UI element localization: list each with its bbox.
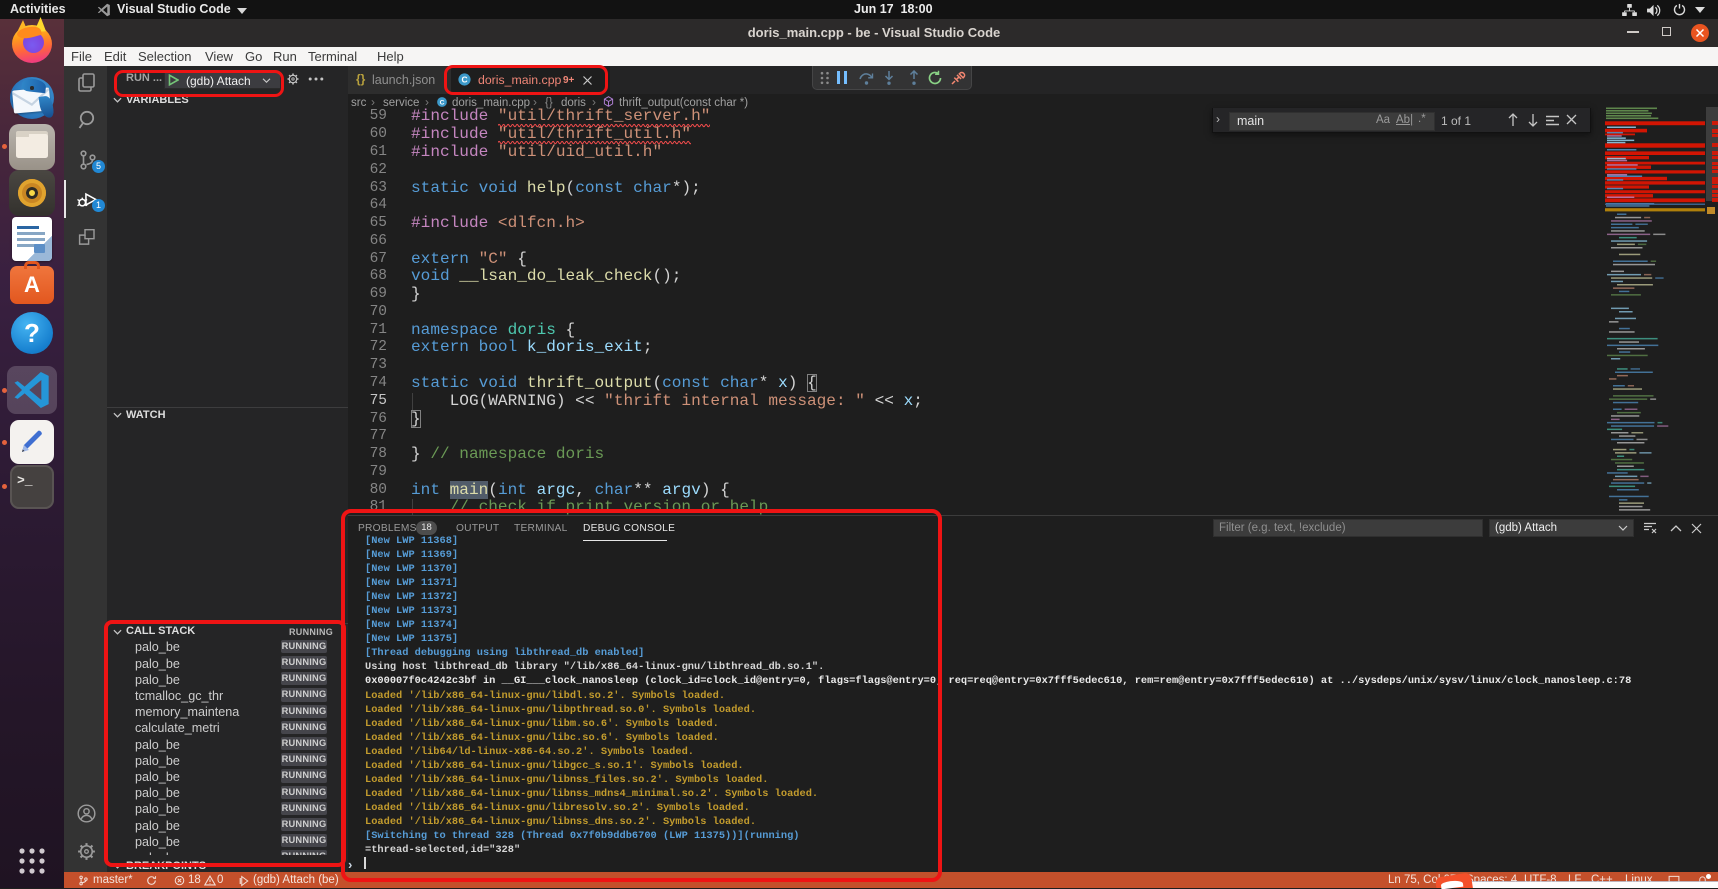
svg-text:C: C — [440, 99, 445, 106]
